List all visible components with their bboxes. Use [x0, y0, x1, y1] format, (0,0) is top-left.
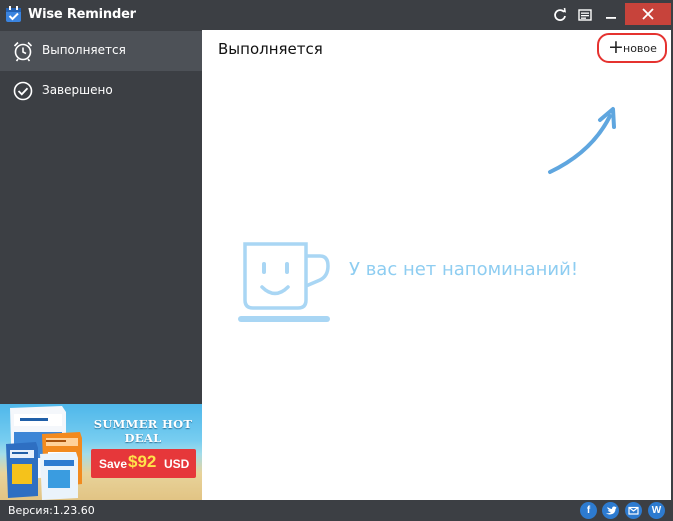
minimize-icon[interactable] — [600, 4, 622, 26]
promo-currency: USD — [164, 457, 190, 471]
main-panel: Выполняется + новое У вас нет напоминани… — [202, 30, 671, 500]
new-reminder-button[interactable]: + новое — [597, 33, 667, 63]
close-icon — [642, 8, 654, 20]
wise-icon[interactable]: W — [648, 502, 665, 519]
promo-banner[interactable]: SUMMER HOT DEAL Save $92 USD — [0, 404, 202, 500]
sidebar-item-label: Завершено — [42, 83, 113, 97]
hint-arrow-icon — [548, 107, 616, 174]
sidebar-item-running[interactable]: Выполняется — [0, 31, 202, 71]
menu-icon[interactable] — [574, 4, 596, 26]
status-bar: Версия:1.23.60 f W — [0, 500, 673, 521]
facebook-icon[interactable]: f — [580, 502, 597, 519]
twitter-bird-glyph — [606, 506, 617, 515]
close-button[interactable] — [625, 3, 671, 25]
calendar-check-icon — [6, 6, 21, 22]
twitter-icon[interactable] — [602, 502, 619, 519]
new-reminder-label: новое — [623, 42, 657, 55]
product-boxes-image — [6, 406, 82, 500]
title-bar: Wise Reminder — [0, 0, 673, 30]
page-title: Выполняется — [218, 40, 323, 58]
empty-state-message: У вас нет напоминаний! — [349, 259, 579, 280]
check-circle-icon — [13, 81, 33, 101]
promo-price: $92 — [128, 452, 157, 471]
sidebar-item-label: Выполняется — [42, 43, 126, 57]
coffee-cup-icon — [238, 242, 330, 322]
refresh-icon[interactable] — [549, 4, 571, 26]
promo-save-label: Save — [99, 457, 128, 471]
plus-icon: + — [608, 36, 624, 58]
alarm-clock-icon — [13, 41, 33, 62]
promo-title: SUMMER HOT DEAL — [93, 417, 193, 445]
mail-icon[interactable] — [625, 502, 642, 519]
envelope-glyph — [628, 506, 639, 515]
promo-price-badge[interactable]: Save $92 USD — [91, 449, 196, 478]
sidebar-item-done[interactable]: Завершено — [0, 71, 202, 111]
version-label: Версия:1.23.60 — [8, 504, 95, 517]
app-title: Wise Reminder — [28, 7, 136, 22]
